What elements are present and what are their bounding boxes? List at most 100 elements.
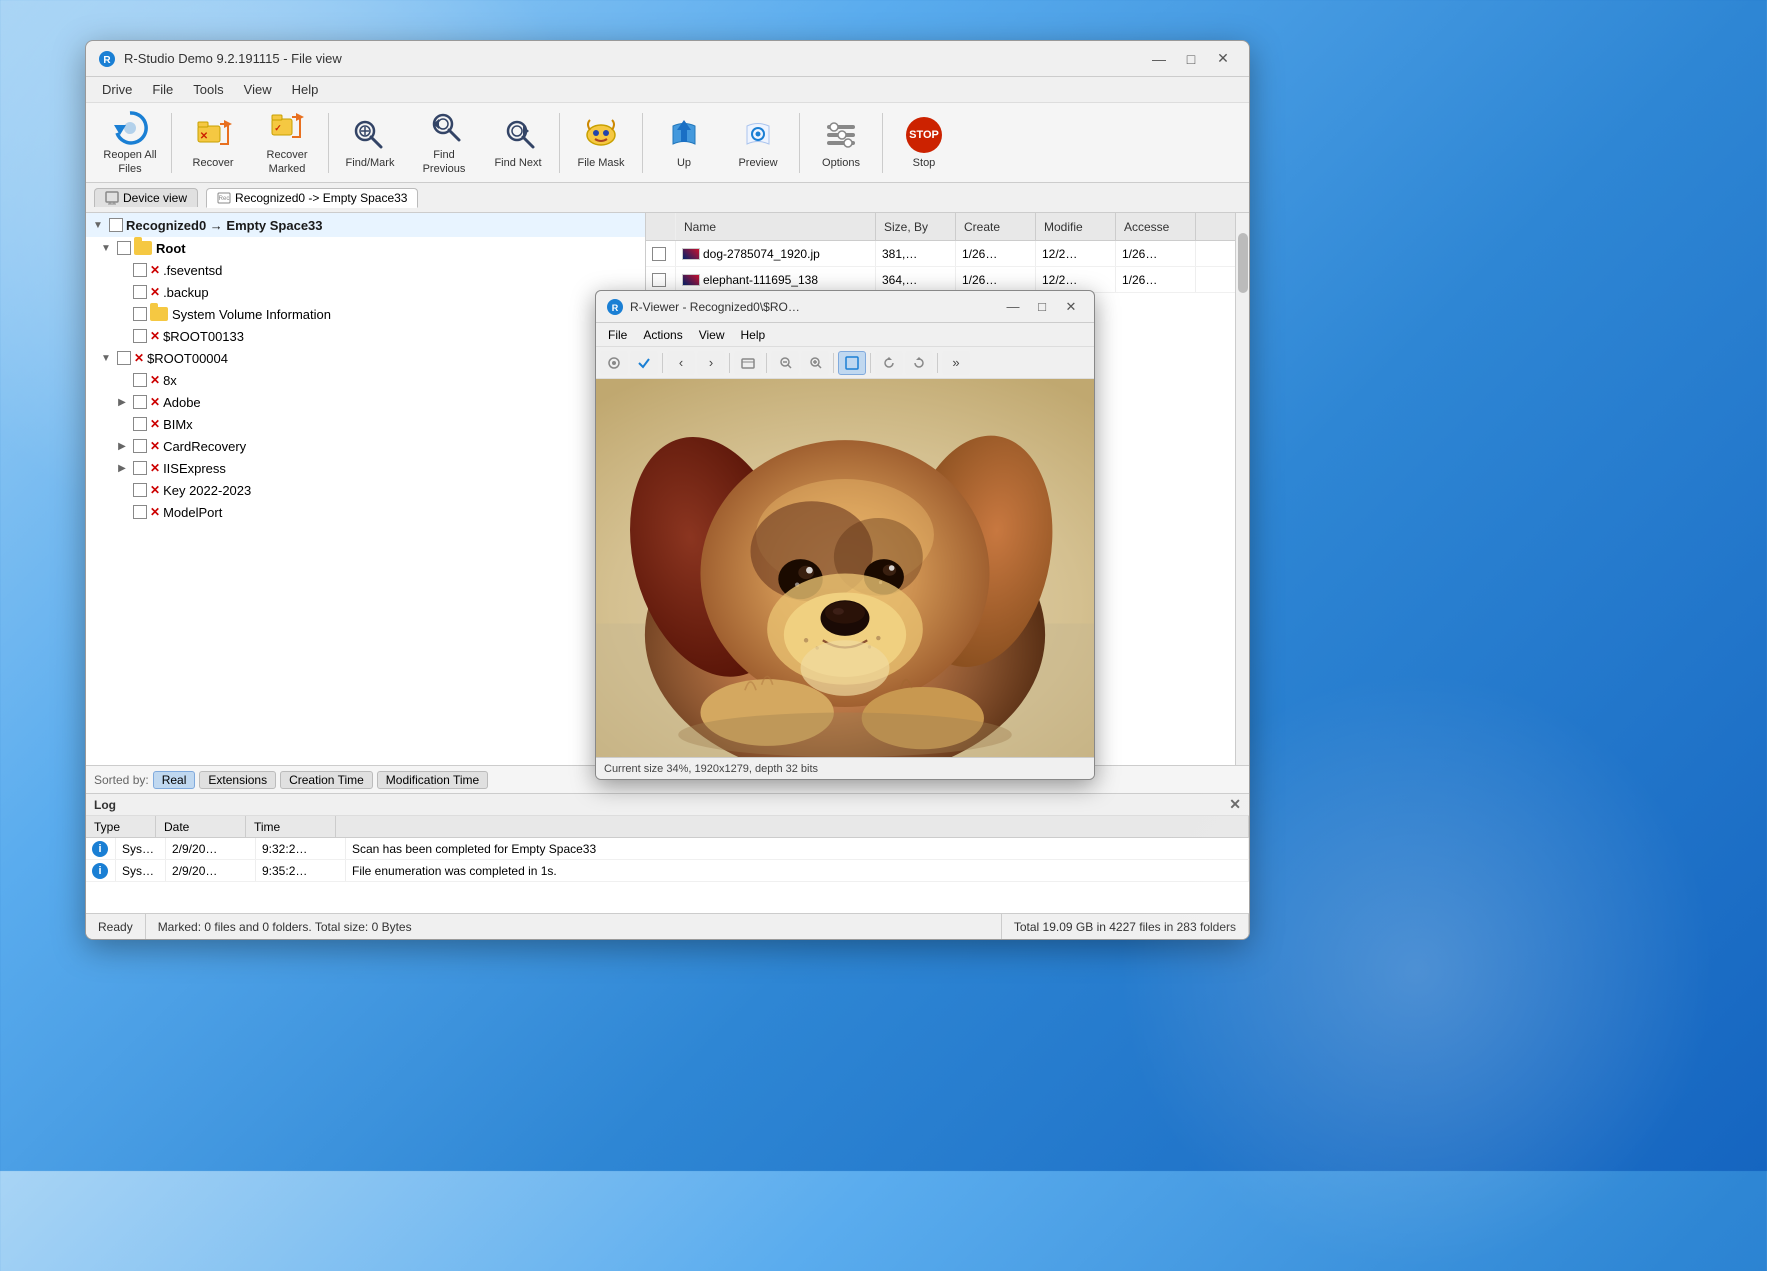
table-row[interactable]: dog-2785074_1920.jp 381,… 1/26… 12/2… 1/… xyxy=(646,241,1235,267)
viewer-image-area xyxy=(596,379,1094,757)
tree-item-fseventsd[interactable]: ▶ ✕ .fseventsd xyxy=(110,259,645,281)
8x-checkbox[interactable] xyxy=(133,373,147,387)
name-col-header[interactable]: Name xyxy=(676,213,876,240)
reopen-all-files-button[interactable]: Reopen All Files xyxy=(94,109,166,177)
tree-item-sysvolinfo[interactable]: ▶ System Volume Information xyxy=(110,303,645,325)
root-expand-toggle[interactable]: ▼ xyxy=(90,217,106,233)
tree-item-cardrecovery[interactable]: ▶ ✕ CardRecovery xyxy=(110,435,645,457)
row2-modified: 12/2… xyxy=(1036,267,1116,292)
menu-view[interactable]: View xyxy=(236,80,280,99)
viewer-open-button[interactable] xyxy=(734,351,762,375)
viewer-menu-actions[interactable]: Actions xyxy=(637,327,688,343)
backup-checkbox[interactable] xyxy=(133,285,147,299)
row1-checkbox[interactable] xyxy=(652,247,666,261)
recover-button[interactable]: ✕ Recover xyxy=(177,109,249,177)
cardrecovery-checkbox[interactable] xyxy=(133,439,147,453)
tree-panel[interactable]: ▼ Recognized0 → Empty Space33 ▼ Root ▶ ✕ xyxy=(86,213,646,765)
tree-item-root00133[interactable]: ▶ ✕ $ROOT00133 xyxy=(110,325,645,347)
tree-item-modelport[interactable]: ▶ ✕ ModelPort xyxy=(110,501,645,523)
viewer-window-controls: — □ ✕ xyxy=(1000,296,1084,318)
root00004-checkbox[interactable] xyxy=(117,351,131,365)
viewer-maximize-button[interactable]: □ xyxy=(1029,296,1055,318)
path-tab[interactable]: Rec Recognized0 -> Empty Space33 xyxy=(206,188,418,208)
viewer-pin-button[interactable] xyxy=(600,351,628,375)
viewer-next-button[interactable]: › xyxy=(697,351,725,375)
root00133-checkbox[interactable] xyxy=(133,329,147,343)
root-checkbox[interactable] xyxy=(109,218,123,232)
recover-marked-button[interactable]: ✓ Recover Marked xyxy=(251,109,323,177)
viewer-more-button[interactable]: » xyxy=(942,351,970,375)
row1-name: dog-2785074_1920.jp xyxy=(676,241,876,266)
tree-item-adobe[interactable]: ▶ ✕ Adobe xyxy=(110,391,645,413)
scrollbar-thumb[interactable] xyxy=(1238,233,1248,293)
root-folder-toggle[interactable]: ▼ xyxy=(98,240,114,256)
findmark-button[interactable]: Find/Mark xyxy=(334,109,406,177)
minimize-button[interactable]: — xyxy=(1145,48,1173,70)
list-item[interactable]: i Sys… 2/9/20… 9:35:2… File enumeration … xyxy=(86,860,1249,882)
find-next-button[interactable]: Find Next xyxy=(482,109,554,177)
row1-check[interactable] xyxy=(646,241,676,266)
viewer-ccw-button[interactable] xyxy=(875,351,903,375)
tree-item-key2022[interactable]: ▶ ✕ Key 2022-2023 xyxy=(110,479,645,501)
menu-drive[interactable]: Drive xyxy=(94,80,140,99)
list-item[interactable]: i Sys… 2/9/20… 9:32:2… Scan has been com… xyxy=(86,838,1249,860)
row2-checkbox[interactable] xyxy=(652,273,666,287)
log-row2-date: 2/9/20… xyxy=(166,860,256,881)
sort-real-button[interactable]: Real xyxy=(153,771,196,789)
find-previous-button[interactable]: Find Previous xyxy=(408,109,480,177)
iisexpress-checkbox[interactable] xyxy=(133,461,147,475)
tree-item-root-folder[interactable]: ▼ Root xyxy=(94,237,645,259)
menu-help[interactable]: Help xyxy=(284,80,327,99)
viewer-prev-button[interactable]: ‹ xyxy=(667,351,695,375)
bimx-checkbox[interactable] xyxy=(133,417,147,431)
toolbar-sep-6 xyxy=(882,113,883,173)
tree-item-8x[interactable]: ▶ ✕ 8x xyxy=(110,369,645,391)
modified-col-header[interactable]: Modifie xyxy=(1036,213,1116,240)
log-close-button[interactable]: ✕ xyxy=(1229,796,1241,813)
root-folder-checkbox[interactable] xyxy=(117,241,131,255)
accessed-col-header[interactable]: Accesse xyxy=(1116,213,1196,240)
viewer-check-button[interactable] xyxy=(630,351,658,375)
8x-toggle: ▶ xyxy=(114,372,130,388)
modelport-checkbox[interactable] xyxy=(133,505,147,519)
viewer-fit-button[interactable] xyxy=(838,351,866,375)
up-button[interactable]: Up xyxy=(648,109,720,177)
sort-modification-time-button[interactable]: Modification Time xyxy=(377,771,488,789)
viewer-cw-button[interactable] xyxy=(905,351,933,375)
main-scrollbar[interactable] xyxy=(1235,213,1249,765)
close-button[interactable]: ✕ xyxy=(1209,48,1237,70)
viewer-menu-help[interactable]: Help xyxy=(735,327,772,343)
maximize-button[interactable]: □ xyxy=(1177,48,1205,70)
viewer-menu-file[interactable]: File xyxy=(602,327,633,343)
viewer-menu-view[interactable]: View xyxy=(693,327,731,343)
options-button[interactable]: Options xyxy=(805,109,877,177)
menu-file[interactable]: File xyxy=(144,80,181,99)
viewer-zoom-out-button[interactable] xyxy=(771,351,799,375)
viewer-zoom-in-button[interactable] xyxy=(801,351,829,375)
sysvolinfo-checkbox[interactable] xyxy=(133,307,147,321)
root00004-toggle[interactable]: ▼ xyxy=(98,350,114,366)
viewer-minimize-button[interactable]: — xyxy=(1000,296,1026,318)
tree-item-bimx[interactable]: ▶ ✕ BIMx xyxy=(110,413,645,435)
device-view-tab[interactable]: Device view xyxy=(94,188,198,207)
created-col-header[interactable]: Create xyxy=(956,213,1036,240)
cardrecovery-toggle[interactable]: ▶ xyxy=(114,438,130,454)
adobe-toggle[interactable]: ▶ xyxy=(114,394,130,410)
iisexpress-toggle[interactable]: ▶ xyxy=(114,460,130,476)
tree-item-root00004[interactable]: ▼ ✕ $ROOT00004 xyxy=(94,347,645,369)
fseventsd-checkbox[interactable] xyxy=(133,263,147,277)
row2-check[interactable] xyxy=(646,267,676,292)
viewer-close-button[interactable]: ✕ xyxy=(1058,296,1084,318)
tree-item-iisexpress[interactable]: ▶ ✕ IISExpress xyxy=(110,457,645,479)
size-col-header[interactable]: Size, By xyxy=(876,213,956,240)
stop-button[interactable]: STOP Stop xyxy=(888,109,960,177)
sort-extensions-button[interactable]: Extensions xyxy=(199,771,276,789)
file-mask-button[interactable]: File Mask xyxy=(565,109,637,177)
menu-tools[interactable]: Tools xyxy=(185,80,231,99)
sort-creation-time-button[interactable]: Creation Time xyxy=(280,771,373,789)
key2022-checkbox[interactable] xyxy=(133,483,147,497)
preview-label: Preview xyxy=(738,157,777,170)
tree-item-backup[interactable]: ▶ ✕ .backup xyxy=(110,281,645,303)
adobe-checkbox[interactable] xyxy=(133,395,147,409)
preview-button[interactable]: Preview xyxy=(722,109,794,177)
